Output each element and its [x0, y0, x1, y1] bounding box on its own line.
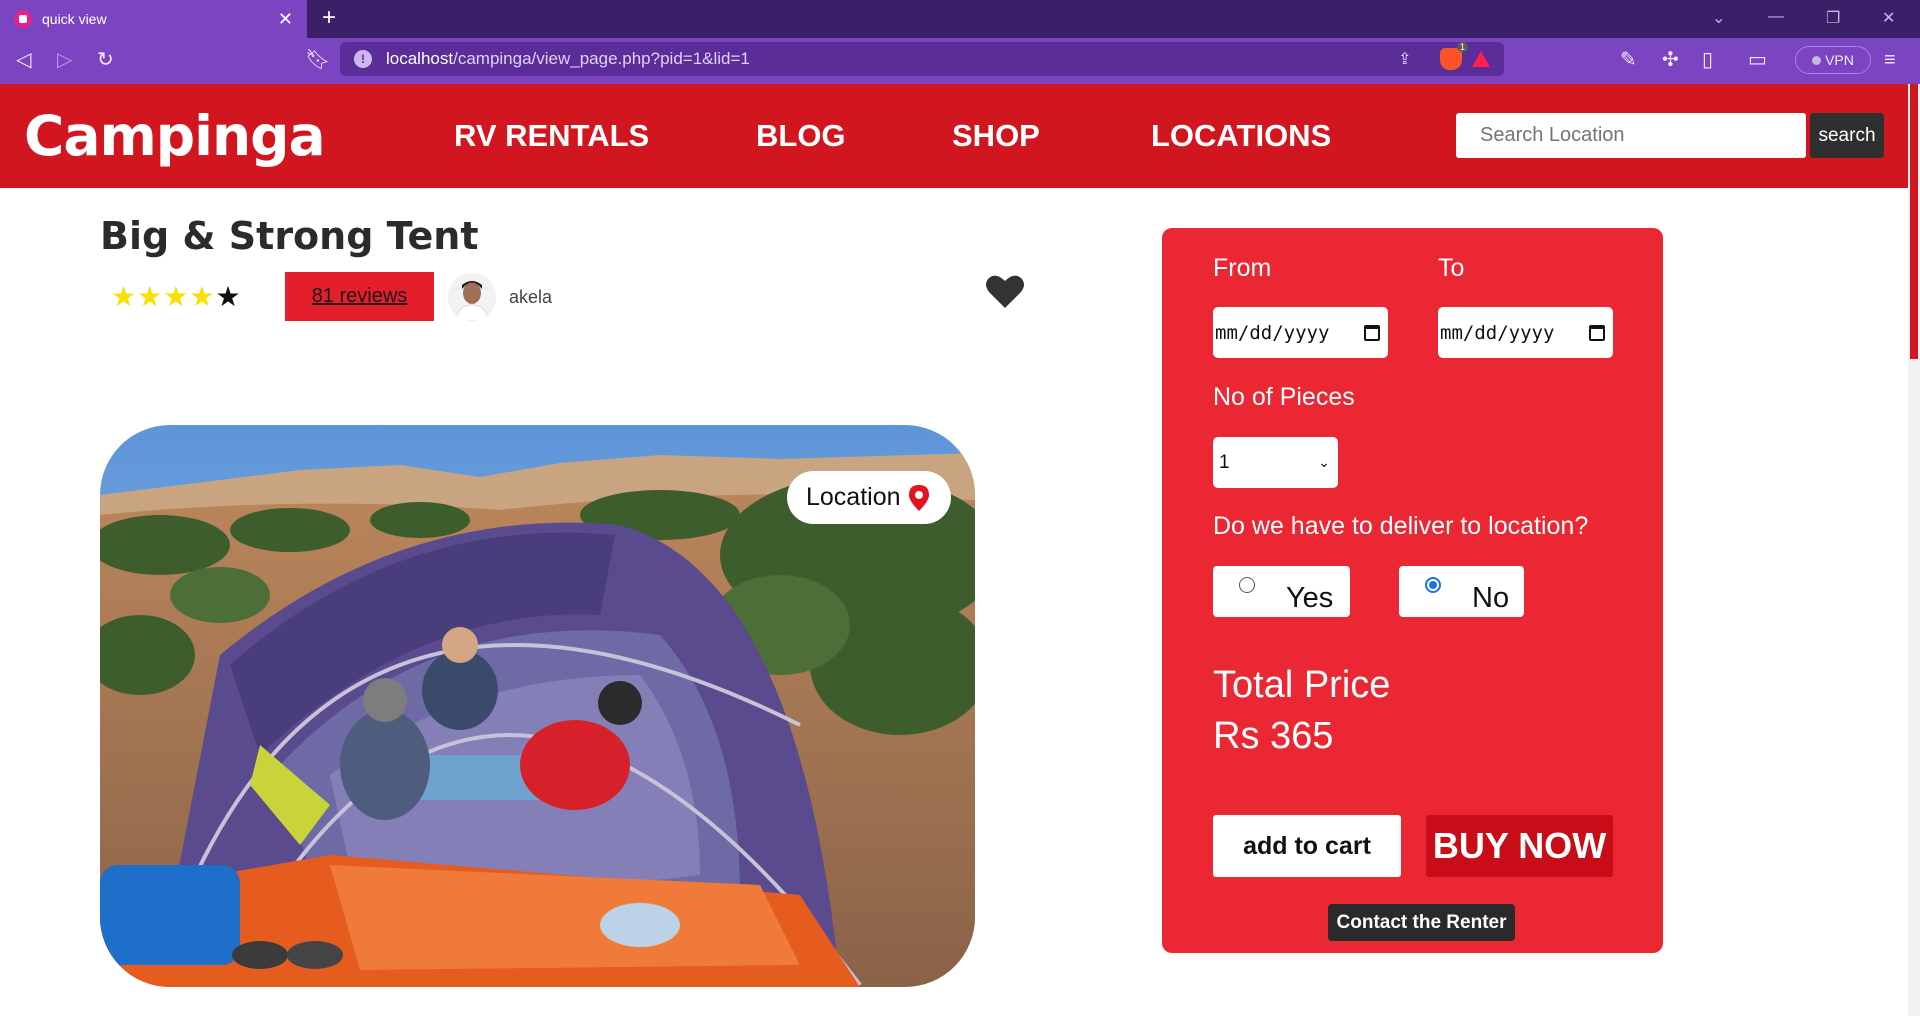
sidebar-icon[interactable]: ▯	[1702, 48, 1713, 72]
tab-title: quick view	[42, 11, 107, 27]
radio-yes[interactable]	[1239, 577, 1255, 593]
reviews-link[interactable]: 81 reviews	[285, 272, 434, 321]
tab-search-chevron-icon[interactable]: ⌄	[1712, 8, 1725, 28]
star-empty-icon: ★	[215, 281, 242, 312]
site-logo[interactable]: Campinga	[24, 104, 326, 168]
url-text[interactable]: localhost/campinga/view_page.php?pid=1&l…	[386, 49, 1398, 69]
page-scrollbar[interactable]	[1908, 84, 1920, 1016]
radio-no[interactable]	[1425, 577, 1441, 593]
add-to-cart-button[interactable]: add to cart	[1213, 815, 1401, 877]
location-label: Location	[806, 483, 901, 511]
back-icon[interactable]: ◁	[16, 48, 31, 72]
contact-renter-button[interactable]: Contact the Renter	[1328, 904, 1515, 941]
star-filled-icon: ★	[137, 281, 164, 312]
address-bar[interactable]: ! localhost/campinga/view_page.php?pid=1…	[340, 42, 1504, 76]
rating-stars: ★★★★★	[111, 280, 242, 313]
minimize-icon[interactable]: —	[1768, 8, 1784, 26]
browser-tab[interactable]: quick view ✕	[0, 0, 307, 38]
nav-locations[interactable]: LOCATIONS	[1151, 118, 1331, 154]
new-tab-icon[interactable]: +	[322, 4, 336, 32]
forward-icon[interactable]: ▷	[57, 48, 72, 72]
site-favicon-icon	[14, 10, 32, 28]
owner-avatar[interactable]	[448, 273, 496, 321]
product-title: Big & Strong Tent	[100, 214, 479, 258]
booking-card: From To mm/dd/yyyy mm/dd/yyyy No of Piec…	[1162, 228, 1663, 953]
wallet-icon[interactable]: ▭	[1748, 48, 1767, 72]
calendar-icon[interactable]	[1364, 324, 1380, 341]
pieces-label: No of Pieces	[1213, 383, 1355, 411]
to-date-input[interactable]: mm/dd/yyyy	[1438, 307, 1613, 358]
deliver-no-option[interactable]: No	[1399, 566, 1524, 617]
site-header: Campinga RV RENTALS BLOG SHOP LOCATIONS …	[0, 84, 1908, 188]
search-location-input[interactable]	[1456, 113, 1806, 158]
from-date-input[interactable]: mm/dd/yyyy	[1213, 307, 1388, 358]
chevron-down-icon: ⌄	[1318, 454, 1330, 470]
star-filled-icon: ★	[189, 281, 216, 312]
browser-tab-strip: quick view ✕ + ⌄ — ❐ ✕	[0, 0, 1920, 38]
wishlist-heart-icon[interactable]	[985, 273, 1025, 314]
owner-name: akela	[509, 287, 553, 307]
calendar-icon[interactable]	[1589, 324, 1605, 341]
to-label: To	[1438, 254, 1465, 282]
pieces-select[interactable]: 1 ⌄	[1213, 437, 1338, 488]
total-price-value: Rs 365	[1213, 715, 1334, 757]
star-filled-icon: ★	[111, 281, 138, 312]
nav-blog[interactable]: BLOG	[756, 118, 846, 154]
location-button[interactable]: Location	[787, 471, 951, 524]
shield-count-badge: 1	[1456, 42, 1468, 52]
vpn-button[interactable]: VPN	[1795, 46, 1871, 74]
extensions-icon[interactable]: ✣	[1662, 48, 1679, 72]
brave-shields-icon[interactable]: 1	[1440, 42, 1468, 70]
total-price-label: Total Price	[1213, 664, 1391, 706]
bookmark-icon[interactable]: 🔖︎	[305, 48, 330, 72]
restore-icon[interactable]: ❐	[1826, 8, 1840, 28]
browser-toolbar: ◁ ▷ ↻ 🔖︎ ! localhost/campinga/view_page.…	[0, 38, 1920, 84]
eyedropper-icon[interactable]: ✎	[1620, 48, 1637, 72]
nav-shop[interactable]: SHOP	[952, 118, 1040, 154]
search-button[interactable]: search	[1810, 113, 1884, 158]
buy-now-button[interactable]: BUY NOW	[1426, 815, 1613, 877]
map-pin-icon	[908, 484, 929, 511]
brave-rewards-icon[interactable]	[1472, 51, 1490, 67]
star-filled-icon: ★	[163, 281, 190, 312]
site-info-icon[interactable]: !	[354, 50, 372, 68]
deliver-yes-option[interactable]: Yes	[1213, 566, 1350, 617]
close-window-icon[interactable]: ✕	[1882, 8, 1895, 28]
deliver-question: Do we have to deliver to location?	[1213, 512, 1589, 540]
reload-icon[interactable]: ↻	[97, 48, 114, 72]
share-icon[interactable]: ⇪	[1398, 49, 1428, 69]
nav-rv-rentals[interactable]: RV RENTALS	[454, 118, 649, 154]
close-tab-icon[interactable]: ✕	[278, 9, 293, 30]
product-image: Location	[100, 425, 975, 987]
menu-icon[interactable]: ≡	[1884, 48, 1896, 72]
scrollbar-thumb[interactable]	[1910, 84, 1918, 359]
from-label: From	[1213, 254, 1272, 282]
